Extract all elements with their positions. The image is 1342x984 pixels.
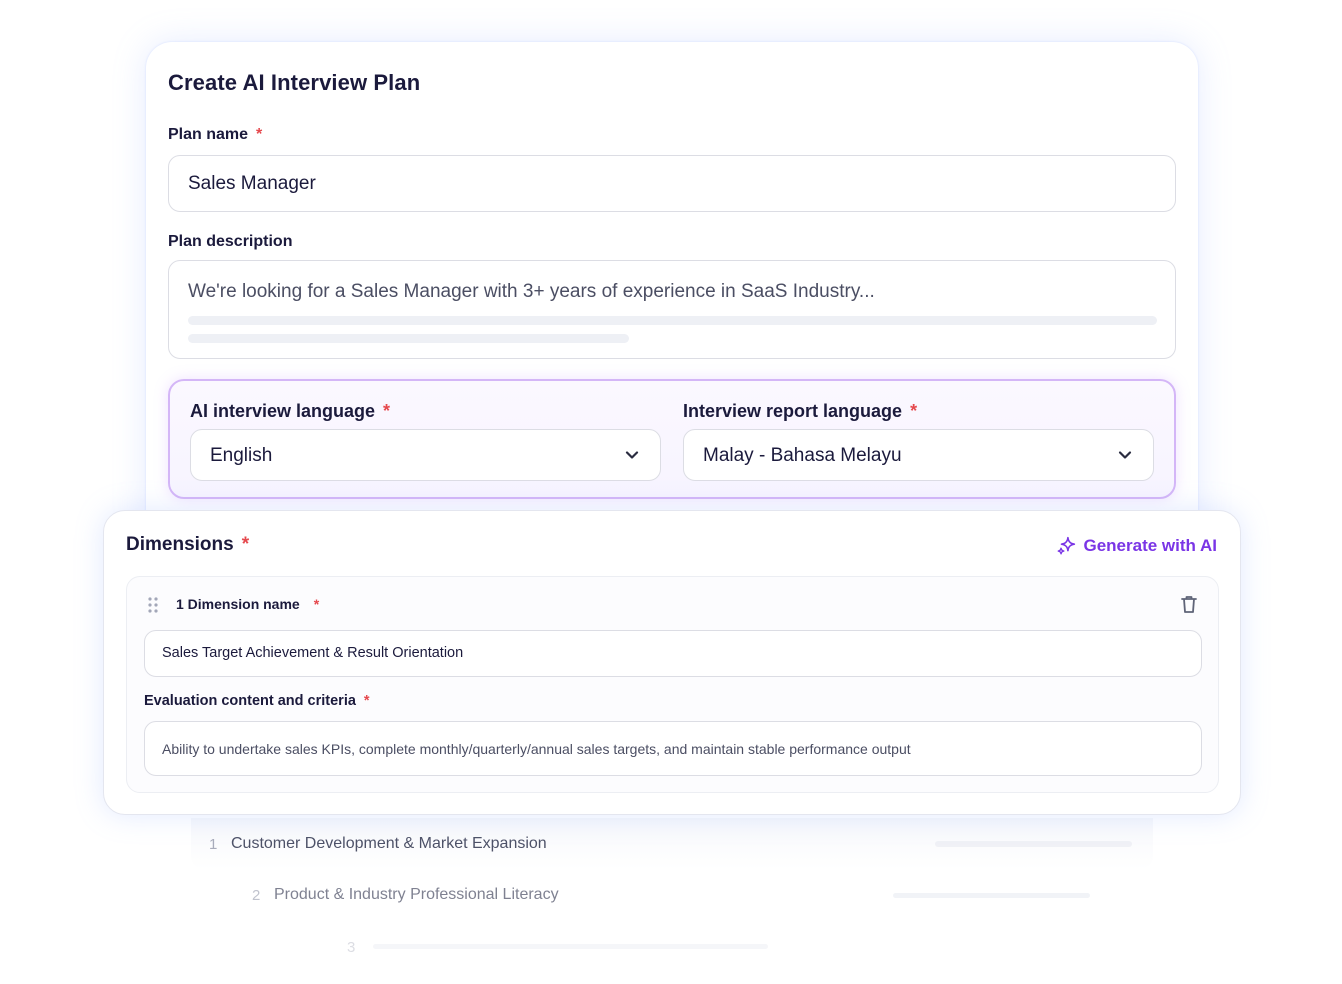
report-language-select[interactable]: Malay - Bahasa Melayu <box>683 429 1154 481</box>
ai-language-value: English <box>210 445 273 466</box>
dimensions-title: Dimensions * <box>126 534 249 556</box>
plan-name-label-text: Plan name <box>168 126 249 143</box>
report-language-label: Interview report language * <box>683 401 917 422</box>
trash-icon[interactable] <box>1178 593 1200 615</box>
language-panel: AI interview language * English Interview… <box>168 379 1176 499</box>
dimension-name-value: Sales Target Achievement & Result Orient… <box>162 645 464 661</box>
skeleton-line <box>935 841 1132 847</box>
required-mark: * <box>383 401 391 421</box>
generate-with-ai-label: Generate with AI <box>1083 536 1217 555</box>
required-mark: * <box>241 534 250 555</box>
ai-language-label: AI interview language * <box>190 401 390 422</box>
dimension-name-input[interactable]: Sales Target Achievement & Result Orient… <box>144 630 1202 677</box>
plan-name-input[interactable]: Sales Manager <box>168 155 1176 212</box>
list-item[interactable]: 2 Product & Industry Professional Litera… <box>252 886 559 904</box>
required-mark: * <box>256 126 263 143</box>
evaluation-criteria-label: Evaluation content and criteria * <box>144 693 370 709</box>
skeleton-line <box>188 316 1157 325</box>
report-language-label-text: Interview report language <box>683 401 903 421</box>
ai-language-select[interactable]: English <box>190 429 661 481</box>
chevron-down-icon <box>1118 451 1132 459</box>
dimensions-title-text: Dimensions <box>126 534 234 555</box>
required-mark: * <box>363 693 370 709</box>
required-mark: * <box>910 401 918 421</box>
evaluation-criteria-input[interactable]: Ability to undertake sales KPIs, complet… <box>144 721 1202 776</box>
required-mark: * <box>313 596 320 612</box>
list-item-label: Product & Industry Professional Literacy <box>274 886 559 903</box>
generate-with-ai-button[interactable]: Generate with AI <box>1056 535 1217 557</box>
plan-name-label: Plan name * <box>168 126 262 144</box>
list-item-number: 3 <box>347 939 356 956</box>
ai-language-label-text: AI interview language <box>190 401 376 421</box>
dimensions-card: Dimensions * Generate with AI 1 Dimension… <box>103 510 1241 815</box>
skeleton-line <box>188 334 629 343</box>
plan-card: Create AI Interview Plan Plan name * Sale… <box>146 42 1198 542</box>
sparkle-icon <box>1058 536 1076 555</box>
skeleton-line <box>373 944 768 949</box>
evaluation-criteria-value: Ability to undertake sales KPIs, complet… <box>162 741 911 757</box>
chevron-down-icon <box>625 451 639 459</box>
list-item-label: Customer Development & Market Expansion <box>231 835 547 852</box>
list-item[interactable]: 1 Customer Development & Market Expansio… <box>209 835 547 853</box>
report-language-value: Malay - Bahasa Melayu <box>703 445 902 466</box>
list-item-number: 1 <box>209 835 218 853</box>
dimension-item: 1 Dimension name * Sales Target Achieveme… <box>126 576 1219 793</box>
plan-name-value: Sales Manager <box>188 173 316 194</box>
plan-description-value: We're looking for a Sales Manager with 3… <box>188 281 875 302</box>
plan-description-input[interactable]: We're looking for a Sales Manager with 3… <box>168 260 1176 359</box>
evaluation-criteria-label-text: Evaluation content and criteria <box>144 693 356 709</box>
list-item[interactable]: 3 <box>347 939 369 956</box>
skeleton-line <box>893 893 1090 898</box>
drag-handle-icon[interactable] <box>147 596 159 614</box>
dimension-name-label: 1 Dimension name * <box>176 596 319 612</box>
plan-description-label: Plan description <box>168 233 293 250</box>
page-title: Create AI Interview Plan <box>168 70 421 95</box>
stage: Create AI Interview Plan Plan name * Sale… <box>0 0 1342 984</box>
list-item-number: 2 <box>252 886 261 904</box>
dimension-name-label-text: 1 Dimension name <box>176 596 300 612</box>
